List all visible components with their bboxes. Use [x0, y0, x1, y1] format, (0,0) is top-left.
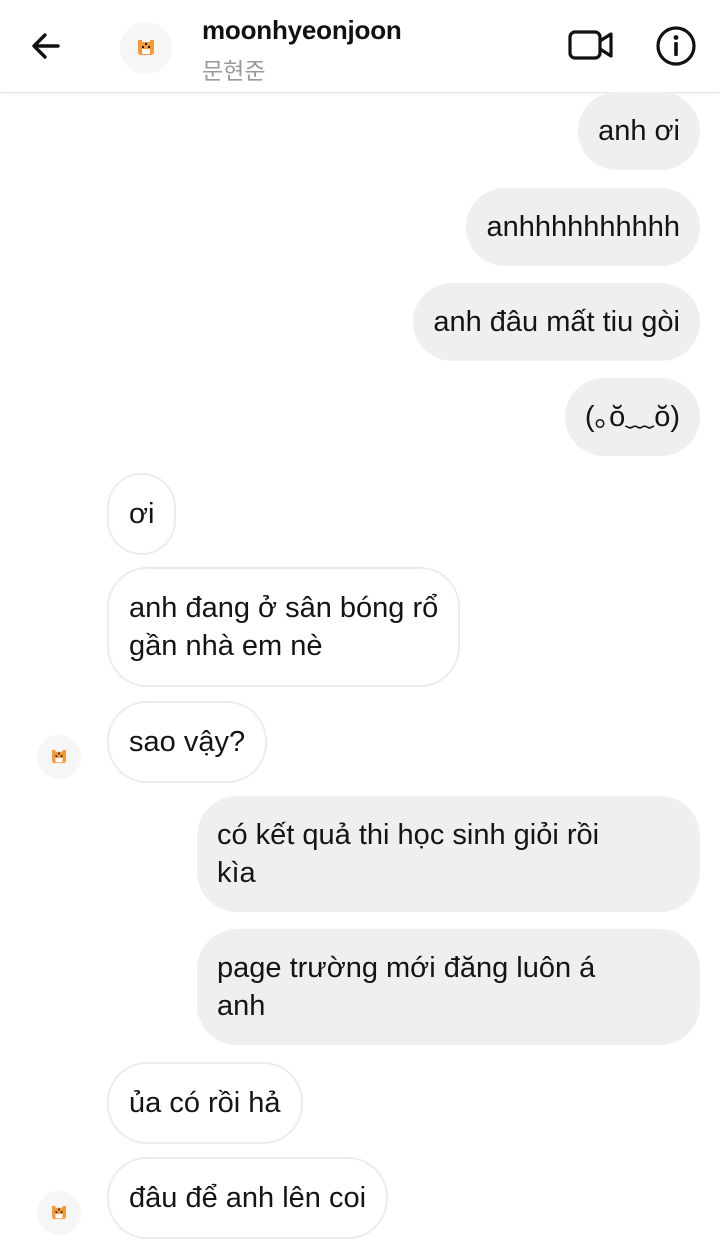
chat-header: moonhyeonjoon 문현준: [0, 0, 720, 93]
message-bubble-outgoing[interactable]: anh ơi: [578, 92, 700, 170]
message-bubble-outgoing[interactable]: (｡ŏ﹏ŏ): [564, 378, 700, 456]
chat-username[interactable]: moonhyeonjoon: [202, 15, 402, 46]
message-bubble-incoming[interactable]: ủa có rồi hả: [107, 1062, 303, 1144]
message-bubble-incoming[interactable]: đâu để anh lên coi: [107, 1157, 389, 1239]
info-button[interactable]: [654, 24, 698, 68]
avatar[interactable]: [120, 22, 172, 74]
video-call-button[interactable]: [566, 24, 616, 66]
message-bubble-outgoing[interactable]: page trường mới đăng luôn á anh: [197, 929, 700, 1045]
sender-avatar[interactable]: [37, 735, 81, 779]
tiger-avatar-icon: [138, 40, 154, 55]
chat-subtitle: 문현준: [202, 58, 266, 84]
message-bubble-incoming[interactable]: ơi: [107, 473, 177, 555]
arrow-left-icon: [32, 33, 60, 59]
message-bubble-outgoing[interactable]: anhhhhhhhhhh: [466, 188, 700, 266]
video-camera-icon: [568, 30, 613, 60]
info-icon: [656, 26, 696, 66]
message-bubble-incoming[interactable]: anh đang ở sân bóng rổ gần nhà em nè: [107, 567, 461, 687]
message-bubble-incoming[interactable]: sao vậy?: [107, 701, 268, 783]
back-button[interactable]: [24, 26, 68, 66]
message-bubble-outgoing[interactable]: anh đâu mất tiu gòi: [413, 283, 700, 361]
message-bubble-outgoing[interactable]: có kết quả thi học sinh giỏi rồi kìa: [197, 796, 700, 912]
sender-avatar[interactable]: [37, 1191, 81, 1235]
tiger-avatar-icon: [52, 1206, 66, 1220]
tiger-avatar-icon: [52, 750, 66, 764]
